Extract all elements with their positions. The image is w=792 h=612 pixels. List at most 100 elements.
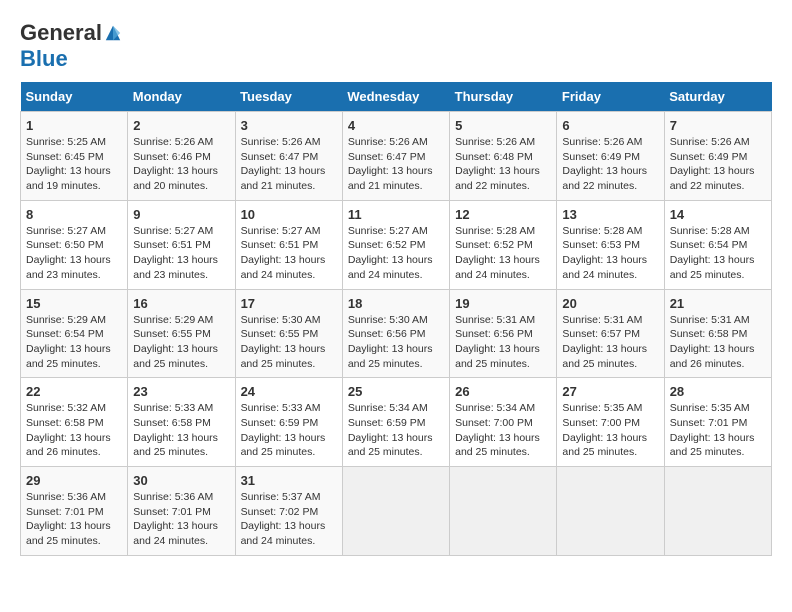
calendar-cell: 20 Sunrise: 5:31 AM Sunset: 6:57 PM Dayli… — [557, 289, 664, 378]
day-number: 26 — [455, 384, 551, 399]
day-info: Sunrise: 5:29 AM Sunset: 6:54 PM Dayligh… — [26, 313, 122, 372]
day-number: 6 — [562, 118, 658, 133]
day-number: 20 — [562, 296, 658, 311]
day-info: Sunrise: 5:27 AM Sunset: 6:52 PM Dayligh… — [348, 224, 444, 283]
calendar-cell: 28 Sunrise: 5:35 AM Sunset: 7:01 PM Dayli… — [664, 378, 771, 467]
calendar-cell: 30Sunrise: 5:36 AM Sunset: 7:01 PM Dayli… — [128, 467, 235, 556]
day-info: Sunrise: 5:33 AM Sunset: 6:58 PM Dayligh… — [133, 401, 229, 460]
dow-wednesday: Wednesday — [342, 82, 449, 112]
calendar-cell: 9 Sunrise: 5:27 AM Sunset: 6:51 PM Daylig… — [128, 200, 235, 289]
calendar-cell — [450, 467, 557, 556]
day-number: 8 — [26, 207, 122, 222]
day-number: 4 — [348, 118, 444, 133]
day-info: Sunrise: 5:26 AM Sunset: 6:47 PM Dayligh… — [348, 135, 444, 194]
day-info: Sunrise: 5:26 AM Sunset: 6:47 PM Dayligh… — [241, 135, 337, 194]
day-number: 30 — [133, 473, 229, 488]
calendar-cell: 21 Sunrise: 5:31 AM Sunset: 6:58 PM Dayli… — [664, 289, 771, 378]
calendar-cell — [664, 467, 771, 556]
logo: General Blue — [20, 20, 122, 72]
dow-monday: Monday — [128, 82, 235, 112]
calendar-cell: 23 Sunrise: 5:33 AM Sunset: 6:58 PM Dayli… — [128, 378, 235, 467]
day-info: Sunrise: 5:31 AM Sunset: 6:57 PM Dayligh… — [562, 313, 658, 372]
day-info: Sunrise: 5:32 AM Sunset: 6:58 PM Dayligh… — [26, 401, 122, 460]
day-number: 9 — [133, 207, 229, 222]
page-header: General Blue — [20, 20, 772, 72]
day-info: Sunrise: 5:35 AM Sunset: 7:01 PM Dayligh… — [670, 401, 766, 460]
calendar-cell: 16 Sunrise: 5:29 AM Sunset: 6:55 PM Dayli… — [128, 289, 235, 378]
day-number: 21 — [670, 296, 766, 311]
day-info: Sunrise: 5:26 AM Sunset: 6:46 PM Dayligh… — [133, 135, 229, 194]
day-number: 10 — [241, 207, 337, 222]
calendar-cell: 19 Sunrise: 5:31 AM Sunset: 6:56 PM Dayli… — [450, 289, 557, 378]
day-info: Sunrise: 5:27 AM Sunset: 6:51 PM Dayligh… — [241, 224, 337, 283]
calendar-cell: 1 Sunrise: 5:25 AM Sunset: 6:45 PM Daylig… — [21, 112, 128, 201]
day-number: 25 — [348, 384, 444, 399]
day-info: Sunrise: 5:28 AM Sunset: 6:54 PM Dayligh… — [670, 224, 766, 283]
day-info: Sunrise: 5:25 AM Sunset: 6:45 PM Dayligh… — [26, 135, 122, 194]
day-number: 27 — [562, 384, 658, 399]
day-number: 29 — [26, 473, 122, 488]
calendar-cell: 6 Sunrise: 5:26 AM Sunset: 6:49 PM Daylig… — [557, 112, 664, 201]
day-info: Sunrise: 5:27 AM Sunset: 6:50 PM Dayligh… — [26, 224, 122, 283]
day-number: 12 — [455, 207, 551, 222]
calendar-cell: 18 Sunrise: 5:30 AM Sunset: 6:56 PM Dayli… — [342, 289, 449, 378]
calendar-cell: 7 Sunrise: 5:26 AM Sunset: 6:49 PM Daylig… — [664, 112, 771, 201]
calendar-cell: 8 Sunrise: 5:27 AM Sunset: 6:50 PM Daylig… — [21, 200, 128, 289]
day-info: Sunrise: 5:26 AM Sunset: 6:49 PM Dayligh… — [562, 135, 658, 194]
day-info: Sunrise: 5:33 AM Sunset: 6:59 PM Dayligh… — [241, 401, 337, 460]
day-info: Sunrise: 5:31 AM Sunset: 6:58 PM Dayligh… — [670, 313, 766, 372]
calendar-cell: 17Sunrise: 5:30 AM Sunset: 6:55 PM Dayli… — [235, 289, 342, 378]
day-info: Sunrise: 5:26 AM Sunset: 6:48 PM Dayligh… — [455, 135, 551, 194]
day-info: Sunrise: 5:31 AM Sunset: 6:56 PM Dayligh… — [455, 313, 551, 372]
calendar-cell: 27 Sunrise: 5:35 AM Sunset: 7:00 PM Dayli… — [557, 378, 664, 467]
logo-blue-text: Blue — [20, 46, 68, 71]
calendar-cell: 3 Sunrise: 5:26 AM Sunset: 6:47 PM Daylig… — [235, 112, 342, 201]
day-info: Sunrise: 5:30 AM Sunset: 6:56 PM Dayligh… — [348, 313, 444, 372]
calendar-cell: 25 Sunrise: 5:34 AM Sunset: 6:59 PM Dayli… — [342, 378, 449, 467]
calendar-cell: 4 Sunrise: 5:26 AM Sunset: 6:47 PM Daylig… — [342, 112, 449, 201]
calendar-cell: 2 Sunrise: 5:26 AM Sunset: 6:46 PM Daylig… — [128, 112, 235, 201]
day-info: Sunrise: 5:29 AM Sunset: 6:55 PM Dayligh… — [133, 313, 229, 372]
dow-thursday: Thursday — [450, 82, 557, 112]
day-number: 16 — [133, 296, 229, 311]
day-info: Sunrise: 5:27 AM Sunset: 6:51 PM Dayligh… — [133, 224, 229, 283]
day-number: 2 — [133, 118, 229, 133]
day-number: 7 — [670, 118, 766, 133]
day-info: Sunrise: 5:28 AM Sunset: 6:53 PM Dayligh… — [562, 224, 658, 283]
day-number: 28 — [670, 384, 766, 399]
day-info: Sunrise: 5:26 AM Sunset: 6:49 PM Dayligh… — [670, 135, 766, 194]
day-number: 31 — [241, 473, 337, 488]
calendar-cell: 10 Sunrise: 5:27 AM Sunset: 6:51 PM Dayli… — [235, 200, 342, 289]
calendar-cell: 24 Sunrise: 5:33 AM Sunset: 6:59 PM Dayli… — [235, 378, 342, 467]
day-number: 3 — [241, 118, 337, 133]
calendar-cell: 13 Sunrise: 5:28 AM Sunset: 6:53 PM Dayli… — [557, 200, 664, 289]
day-number: 13 — [562, 207, 658, 222]
logo-general-text: General — [20, 20, 102, 46]
day-info: Sunrise: 5:37 AM Sunset: 7:02 PM Dayligh… — [241, 490, 337, 549]
day-number: 5 — [455, 118, 551, 133]
day-number: 23 — [133, 384, 229, 399]
day-number: 22 — [26, 384, 122, 399]
dow-friday: Friday — [557, 82, 664, 112]
day-number: 15 — [26, 296, 122, 311]
calendar-cell: 15 Sunrise: 5:29 AM Sunset: 6:54 PM Dayli… — [21, 289, 128, 378]
day-number: 24 — [241, 384, 337, 399]
day-number: 11 — [348, 207, 444, 222]
calendar-cell — [342, 467, 449, 556]
calendar-cell: 11 Sunrise: 5:27 AM Sunset: 6:52 PM Dayli… — [342, 200, 449, 289]
day-info: Sunrise: 5:34 AM Sunset: 7:00 PM Dayligh… — [455, 401, 551, 460]
day-info: Sunrise: 5:35 AM Sunset: 7:00 PM Dayligh… — [562, 401, 658, 460]
calendar-cell — [557, 467, 664, 556]
day-info: Sunrise: 5:34 AM Sunset: 6:59 PM Dayligh… — [348, 401, 444, 460]
calendar-week-2: 8 Sunrise: 5:27 AM Sunset: 6:50 PM Daylig… — [21, 200, 772, 289]
calendar-week-4: 22 Sunrise: 5:32 AM Sunset: 6:58 PM Dayli… — [21, 378, 772, 467]
calendar-cell: 12Sunrise: 5:28 AM Sunset: 6:52 PM Dayli… — [450, 200, 557, 289]
day-number: 18 — [348, 296, 444, 311]
dow-tuesday: Tuesday — [235, 82, 342, 112]
dow-saturday: Saturday — [664, 82, 771, 112]
day-number: 14 — [670, 207, 766, 222]
day-number: 19 — [455, 296, 551, 311]
calendar-cell: 14 Sunrise: 5:28 AM Sunset: 6:54 PM Dayli… — [664, 200, 771, 289]
calendar-cell: 26 Sunrise: 5:34 AM Sunset: 7:00 PM Dayli… — [450, 378, 557, 467]
day-number: 1 — [26, 118, 122, 133]
